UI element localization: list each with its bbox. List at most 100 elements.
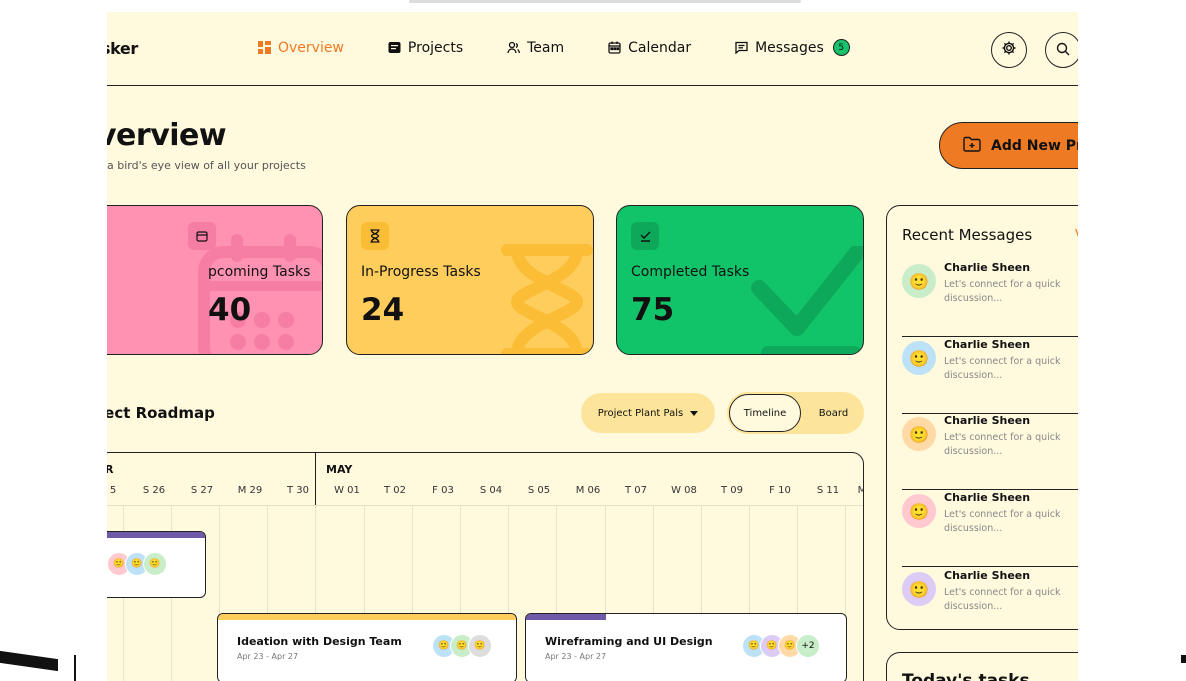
day-label: S 04 xyxy=(479,485,503,496)
board-view-tab[interactable]: Board xyxy=(811,392,856,434)
message-item[interactable]: 🙂 Charlie Sheen Let's connect for a quic… xyxy=(902,261,1078,337)
task-card-wireframing[interactable]: Wireframing and UI Design Apr 23 - Apr 2… xyxy=(525,613,847,681)
nav-overview[interactable]: Overview xyxy=(258,39,344,56)
project-select-dropdown[interactable]: Project Plant Pals xyxy=(581,393,715,433)
todays-tasks-panel: Today's tasks xyxy=(886,652,1078,681)
add-new-project-button[interactable]: Add New Pr xyxy=(939,122,1078,169)
day-label: F 03 xyxy=(432,485,454,496)
calendar-small-icon xyxy=(188,222,216,250)
message-sender: Charlie Sheen xyxy=(944,414,1031,427)
gear-icon xyxy=(1001,40,1017,60)
check-watermark-icon xyxy=(751,246,863,354)
task-name: Ideation with Design Team xyxy=(237,635,402,648)
day-label: 5 xyxy=(109,485,117,496)
settings-button[interactable] xyxy=(991,32,1027,68)
search-button[interactable] xyxy=(1045,32,1078,68)
upcoming-tasks-card[interactable]: pcoming Tasks 40 xyxy=(107,205,323,355)
upcoming-tasks-value: 40 xyxy=(208,292,252,328)
timeline-view-tab[interactable]: Timeline xyxy=(729,394,801,432)
page-title: verview xyxy=(107,118,227,153)
day-label: W 01 xyxy=(334,485,360,496)
upcoming-tasks-label: pcoming Tasks xyxy=(208,264,311,280)
team-icon xyxy=(507,41,521,54)
message-preview: Let's connect for a quick discussion... xyxy=(944,432,1061,457)
message-item[interactable]: 🙂 Charlie Sheen Let's connect for a quic… xyxy=(902,491,1078,567)
completed-tasks-card[interactable]: Completed Tasks 75 xyxy=(616,205,864,355)
device-edge-decoration xyxy=(1181,655,1186,663)
day-label: T 09 xyxy=(720,485,743,496)
roadmap-timeline: R MAY 5 S 26 S 27 M 29 T 30 W 01 T 02 F … xyxy=(107,452,864,681)
grid-icon xyxy=(258,41,271,54)
recent-messages-title: Recent Messages xyxy=(902,226,1033,244)
message-preview: Let's connect for a quick discussion... xyxy=(944,509,1061,534)
recent-messages-panel: Recent Messages V 🙂 Charlie Sheen Let's … xyxy=(886,205,1078,630)
day-label: M xyxy=(842,485,863,496)
search-icon xyxy=(1056,41,1070,60)
avatar: 🙂 xyxy=(902,417,936,451)
project-select-value: Project Plant Pals xyxy=(597,407,684,419)
nav-calendar[interactable]: Calendar xyxy=(608,39,691,56)
message-sender: Charlie Sheen xyxy=(944,569,1031,582)
message-preview: Let's connect for a quick discussion... xyxy=(944,279,1061,304)
avatar: 🙂 xyxy=(902,494,936,528)
todays-tasks-title: Today's tasks xyxy=(902,671,1030,681)
task-assignees: 🙂 🙂 🙂 xyxy=(107,552,167,576)
day-label: F 10 xyxy=(769,485,791,496)
day-label: M 06 xyxy=(575,485,601,496)
more-assignees-count[interactable]: +2 xyxy=(796,634,820,658)
message-item[interactable]: 🙂 Charlie Sheen Let's connect for a quic… xyxy=(902,338,1078,414)
project-roadmap-title: ject Roadmap xyxy=(107,404,215,422)
month-divider xyxy=(315,453,316,505)
task-card-partial[interactable]: 🙂 🙂 🙂 xyxy=(107,531,206,598)
nav-messages-label: Messages xyxy=(755,39,824,56)
day-label: T 02 xyxy=(383,485,406,496)
checkmark-icon xyxy=(631,222,659,250)
hourglass-icon xyxy=(361,222,389,250)
window-scroll-indicator xyxy=(409,0,801,3)
day-label: S 27 xyxy=(190,485,214,496)
task-assignees: 🙂 🙂 🙂 +2 xyxy=(742,634,820,658)
hourglass-watermark-icon xyxy=(501,244,593,354)
day-label: M 29 xyxy=(237,485,263,496)
nav-overview-label: Overview xyxy=(278,39,344,56)
task-date: Apr 23 - Apr 27 xyxy=(237,652,299,661)
day-label: T 07 xyxy=(624,485,647,496)
avatar: 🙂 xyxy=(143,552,167,576)
messages-count-badge: 5 xyxy=(832,39,850,56)
message-sender: Charlie Sheen xyxy=(944,338,1031,351)
message-preview: Let's connect for a quick discussion... xyxy=(944,356,1061,381)
in-progress-tasks-label: In-Progress Tasks xyxy=(361,264,481,280)
nav-team[interactable]: Team xyxy=(507,39,564,56)
message-sender: Charlie Sheen xyxy=(944,261,1031,274)
page-subtitle: a bird's eye view of all your projects xyxy=(107,159,306,172)
task-progress-bar xyxy=(107,532,205,538)
in-progress-tasks-card[interactable]: In-Progress Tasks 24 xyxy=(346,205,594,355)
add-new-project-label: Add New Pr xyxy=(991,137,1078,154)
nav-projects[interactable]: Projects xyxy=(388,39,463,56)
message-preview: Let's connect for a quick discussion... xyxy=(944,587,1061,612)
completed-tasks-value: 75 xyxy=(631,292,675,328)
day-label: W 08 xyxy=(671,485,697,496)
task-date: Apr 23 - Apr 27 xyxy=(545,652,607,661)
avatar: 🙂 xyxy=(902,572,936,606)
view-all-link[interactable]: V xyxy=(1075,228,1078,243)
device-edge-decoration xyxy=(0,650,58,672)
message-item[interactable]: 🙂 Charlie Sheen Let's connect for a quic… xyxy=(902,414,1078,490)
dashboard-frame: sker Overview Projects Team xyxy=(107,12,1078,681)
task-card-ideation[interactable]: Ideation with Design Team Apr 23 - Apr 2… xyxy=(217,613,517,681)
caret-down-icon xyxy=(690,408,699,419)
month-label-may: MAY xyxy=(326,463,353,476)
top-navbar: sker Overview Projects Team xyxy=(107,12,1078,86)
folder-icon xyxy=(388,41,401,54)
day-label: S 26 xyxy=(142,485,166,496)
folder-add-icon xyxy=(963,136,981,156)
avatar: 🙂 xyxy=(468,634,492,658)
completed-tasks-label: Completed Tasks xyxy=(631,264,750,280)
nav-calendar-label: Calendar xyxy=(628,39,692,56)
avatar: 🙂 xyxy=(902,264,936,298)
app-logo[interactable]: sker xyxy=(107,39,138,58)
day-label: T 30 xyxy=(286,485,309,496)
nav-messages[interactable]: Messages 5 xyxy=(735,39,850,56)
task-assignees: 🙂 🙂 🙂 xyxy=(432,634,492,658)
message-item[interactable]: 🙂 Charlie Sheen Let's connect for a quic… xyxy=(902,569,1078,645)
